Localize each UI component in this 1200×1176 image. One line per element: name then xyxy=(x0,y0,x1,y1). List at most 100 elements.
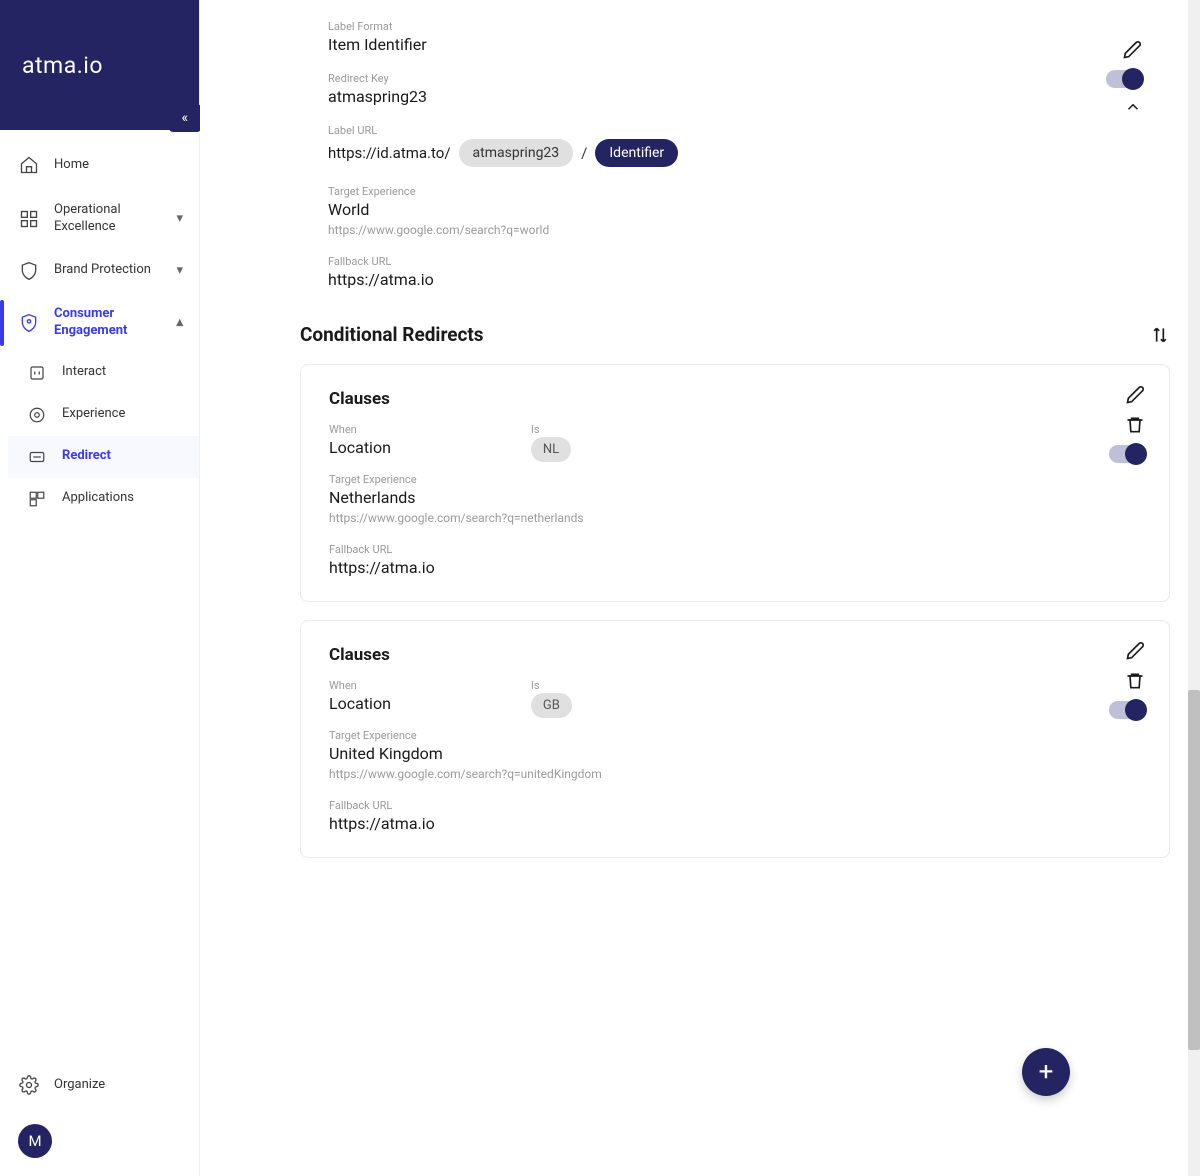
gear-icon xyxy=(18,1074,40,1096)
main-content: Label Format Item Identifier Redirect Ke… xyxy=(200,0,1200,1176)
field-value: World xyxy=(328,200,1142,219)
edit-button[interactable] xyxy=(1122,40,1142,60)
card-actions xyxy=(1109,641,1145,719)
card-actions xyxy=(1109,385,1145,463)
sidebar-item-label: Consumer Engagement xyxy=(54,306,162,340)
sidebar-item-label: Interact xyxy=(62,364,183,381)
field-label: Target Experience xyxy=(329,729,1141,742)
field-label: Is xyxy=(531,679,572,692)
field-value: Location xyxy=(329,694,391,713)
delete-button[interactable] xyxy=(1125,415,1145,435)
sidebar-item-operational-excellence[interactable]: Operational Excellence ▾ xyxy=(0,190,199,248)
sidebar-item-interact[interactable]: Interact xyxy=(8,352,199,394)
enable-toggle[interactable] xyxy=(1109,701,1145,719)
label-url-row: https://id.atma.to/ atmaspring23 / Ident… xyxy=(328,139,1142,167)
brand-header: atma.io « xyxy=(0,0,199,130)
field-sub: https://www.google.com/search?q=netherla… xyxy=(329,511,1141,525)
collapse-card-button[interactable] xyxy=(1124,98,1142,116)
sidebar-item-label: Brand Protection xyxy=(54,262,162,279)
sidebar-item-label: Redirect xyxy=(62,448,183,465)
sidebar-item-brand-protection[interactable]: Brand Protection ▾ xyxy=(0,248,199,294)
chevron-double-left-icon: « xyxy=(181,110,188,126)
add-clause-fab[interactable]: + xyxy=(1022,1048,1070,1096)
sidebar-item-organize[interactable]: Organize xyxy=(18,1060,181,1110)
sidebar-item-label: Operational Excellence xyxy=(54,202,162,236)
field-value: https://atma.io xyxy=(329,558,1141,577)
scrollbar-track[interactable] xyxy=(1188,0,1200,1176)
field-label: Target Experience xyxy=(328,185,1142,198)
country-chip: NL xyxy=(531,437,571,462)
user-avatar[interactable]: M xyxy=(18,1124,52,1158)
card-title: Clauses xyxy=(329,389,1141,409)
field-label: Fallback URL xyxy=(328,255,1142,268)
edit-button[interactable] xyxy=(1125,385,1145,405)
field-label: Fallback URL xyxy=(329,799,1141,812)
experience-icon xyxy=(26,404,48,426)
sidebar-item-label: Home xyxy=(54,157,183,174)
url-key-chip: atmaspring23 xyxy=(459,139,574,167)
field-label: Label Format xyxy=(328,20,1142,33)
sidebar-submenu: Interact Experience Redirect xyxy=(0,352,199,520)
chevron-down-icon: ▾ xyxy=(176,211,183,226)
collapse-sidebar-button[interactable]: « xyxy=(169,104,201,132)
reorder-button[interactable] xyxy=(1150,325,1170,345)
sidebar-item-consumer-engagement[interactable]: Consumer Engagement ▴ xyxy=(0,294,199,352)
redirect-icon xyxy=(26,446,48,468)
redirect-details-card: Label Format Item Identifier Redirect Ke… xyxy=(300,0,1170,303)
enable-toggle[interactable] xyxy=(1109,445,1145,463)
field-value: atmaspring23 xyxy=(328,87,1142,106)
clause-card-nl: Clauses When Location Is NL Target Exper… xyxy=(300,364,1170,602)
clause-card-gb: Clauses When Location Is GB Target Exper… xyxy=(300,620,1170,858)
url-base: https://id.atma.to/ xyxy=(328,144,451,162)
field-sub: https://www.google.com/search?q=world xyxy=(328,223,1142,237)
section-title-row: Conditional Redirects xyxy=(300,323,1170,346)
interact-icon xyxy=(26,362,48,384)
field-label: Target Experience xyxy=(329,473,1141,486)
enable-toggle[interactable] xyxy=(1106,70,1142,88)
field-value: Location xyxy=(329,438,391,457)
section-title: Conditional Redirects xyxy=(300,323,484,346)
sidebar-footer: Organize M xyxy=(0,1042,199,1176)
chevron-down-icon: ▾ xyxy=(176,263,183,278)
clause-condition-row: When Location Is GB xyxy=(329,679,1141,713)
edit-button[interactable] xyxy=(1125,641,1145,661)
scrollbar-thumb[interactable] xyxy=(1188,690,1200,1050)
delete-button[interactable] xyxy=(1125,671,1145,691)
field-value: https://atma.io xyxy=(328,270,1142,289)
brand-name: atma.io xyxy=(22,52,103,79)
sidebar-item-label: Applications xyxy=(62,490,183,507)
home-icon xyxy=(18,154,40,176)
field-label: Redirect Key xyxy=(328,72,1142,85)
clause-condition-row: When Location Is NL xyxy=(329,423,1141,457)
field-label: When xyxy=(329,679,391,692)
slash: / xyxy=(581,144,587,162)
sidebar-item-experience[interactable]: Experience xyxy=(8,394,199,436)
field-label: Is xyxy=(531,423,571,436)
field-label: Fallback URL xyxy=(329,543,1141,556)
field-value: United Kingdom xyxy=(329,744,1141,763)
country-chip: GB xyxy=(531,693,572,718)
field-value: https://atma.io xyxy=(329,814,1141,833)
sidebar-item-applications[interactable]: Applications xyxy=(8,478,199,520)
sidebar-item-label: Organize xyxy=(54,1077,165,1094)
avatar-initial: M xyxy=(28,1132,41,1150)
apps-icon xyxy=(26,488,48,510)
field-label: When xyxy=(329,423,391,436)
field-sub: https://www.google.com/search?q=unitedKi… xyxy=(329,767,1141,781)
field-value: Item Identifier xyxy=(328,35,1142,54)
chevron-up-icon: ▴ xyxy=(176,315,183,330)
consumer-icon xyxy=(18,312,40,334)
field-value: Netherlands xyxy=(329,488,1141,507)
shield-icon xyxy=(18,260,40,282)
card-title: Clauses xyxy=(329,645,1141,665)
dashboard-icon xyxy=(18,208,40,230)
sidebar-item-redirect[interactable]: Redirect xyxy=(8,436,199,478)
url-identifier-chip: Identifier xyxy=(595,139,678,167)
field-label: Label URL xyxy=(328,124,1142,137)
card-actions xyxy=(1106,40,1142,116)
sidebar-nav: Home Operational Excellence ▾ Brand Prot… xyxy=(0,130,199,1042)
sidebar: atma.io « Home Operational Excellence ▾ xyxy=(0,0,200,1176)
sidebar-item-home[interactable]: Home xyxy=(0,140,199,190)
plus-icon: + xyxy=(1039,1057,1054,1087)
sidebar-item-label: Experience xyxy=(62,406,183,423)
